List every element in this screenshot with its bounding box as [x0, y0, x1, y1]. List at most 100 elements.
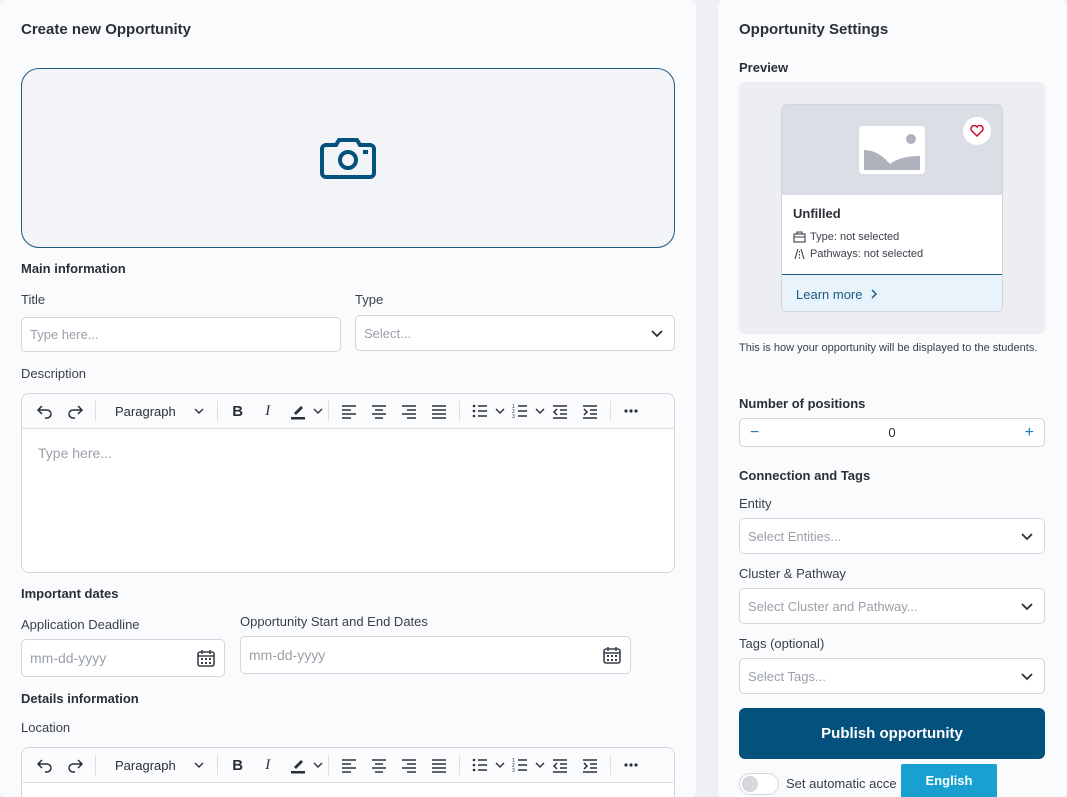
title-label: Title [21, 292, 46, 307]
title-input[interactable]: Type here... [21, 317, 341, 352]
opportunity-settings-panel: Opportunity Settings Preview Unfilled Ty… [718, 0, 1067, 797]
chevron-down-icon [1021, 533, 1033, 541]
outdent-icon[interactable] [545, 397, 575, 425]
undo-icon[interactable] [30, 751, 60, 779]
card-title: Unfilled [793, 206, 841, 221]
more-options-icon[interactable] [616, 751, 646, 779]
type-select[interactable]: Select... [355, 315, 675, 351]
publish-button[interactable]: Publish opportunity [739, 708, 1045, 759]
cluster-placeholder: Select Cluster and Pathway... [748, 598, 918, 614]
important-dates-heading: Important dates [21, 586, 119, 601]
tags-placeholder: Select Tags... [748, 668, 826, 684]
numbered-list-icon[interactable]: 123 [505, 397, 535, 425]
description-editor[interactable]: Paragraph B I 123 Type here... [21, 393, 675, 573]
redo-icon[interactable] [60, 397, 90, 425]
preview-box: Unfilled Type: not selected Pathways: no… [739, 82, 1045, 334]
align-center-icon[interactable] [364, 751, 394, 779]
paragraph-label: Paragraph [115, 403, 176, 419]
create-opportunity-panel: Create new Opportunity Main information … [0, 0, 696, 797]
chevron-down-icon [194, 762, 204, 768]
entity-placeholder: Select Entities... [748, 528, 842, 544]
editor-toolbar: Paragraph B I 123 [22, 394, 674, 429]
description-label: Description [21, 366, 87, 381]
cluster-label: Cluster & Pathway [739, 566, 846, 581]
settings-title: Opportunity Settings [739, 21, 889, 38]
paragraph-select[interactable]: Paragraph [101, 751, 212, 779]
location-editor[interactable]: Paragraph B I 123 [21, 747, 675, 797]
chevron-down-icon[interactable] [495, 406, 505, 416]
chevron-down-icon [194, 408, 204, 414]
align-justify-icon[interactable] [424, 751, 454, 779]
image-upload-area[interactable] [21, 68, 675, 248]
chevron-down-icon[interactable] [313, 760, 323, 770]
indent-icon[interactable] [575, 397, 605, 425]
start-end-date-input[interactable]: mm-dd-yyyy [240, 636, 631, 674]
type-placeholder: Select... [364, 325, 411, 341]
preview-label: Preview [739, 60, 789, 75]
briefcase-icon [793, 231, 806, 243]
deadline-placeholder: mm-dd-yyyy [30, 650, 107, 666]
positions-stepper[interactable]: − 0 + [739, 418, 1045, 447]
image-placeholder-icon [859, 126, 925, 174]
editor-toolbar: Paragraph B I 123 [22, 748, 674, 783]
pathway-icon [794, 248, 805, 260]
main-information-heading: Main information [21, 261, 126, 276]
card-type-text: Type: not selected [810, 231, 900, 243]
deadline-date-input[interactable]: mm-dd-yyyy [21, 639, 225, 677]
card-type-line: Type: not selected [793, 231, 899, 243]
highlight-icon[interactable] [283, 397, 313, 425]
indent-icon[interactable] [575, 751, 605, 779]
svg-text:3: 3 [512, 414, 515, 420]
undo-icon[interactable] [30, 397, 60, 425]
entity-label: Entity [739, 496, 772, 511]
increment-button[interactable]: + [1025, 424, 1034, 442]
tags-label: Tags (optional) [739, 636, 825, 651]
favorite-button[interactable] [963, 117, 991, 145]
align-left-icon[interactable] [334, 397, 364, 425]
auto-accept-toggle[interactable] [739, 773, 779, 795]
preview-note: This is how your opportunity will be dis… [739, 342, 1038, 354]
calendar-icon[interactable] [196, 648, 216, 668]
learn-more-link[interactable]: Learn more [782, 274, 1002, 311]
bold-icon[interactable]: B [223, 751, 253, 779]
align-justify-icon[interactable] [424, 397, 454, 425]
chevron-down-icon [1021, 603, 1033, 611]
paragraph-select[interactable]: Paragraph [101, 397, 212, 425]
bullet-list-icon[interactable] [465, 397, 495, 425]
type-label: Type [355, 292, 384, 307]
chevron-down-icon[interactable] [535, 406, 545, 416]
bold-icon[interactable]: B [223, 397, 253, 425]
language-button[interactable]: English [901, 764, 997, 797]
chevron-down-icon[interactable] [535, 760, 545, 770]
more-options-icon[interactable] [616, 397, 646, 425]
entity-select[interactable]: Select Entities... [739, 518, 1045, 554]
chevron-down-icon [651, 330, 663, 338]
card-image [782, 105, 1002, 195]
numbered-list-icon[interactable]: 123 [505, 751, 535, 779]
description-editor-body[interactable]: Type here... [22, 429, 674, 477]
bullet-list-icon[interactable] [465, 751, 495, 779]
decrement-button[interactable]: − [750, 424, 759, 442]
camera-icon [320, 138, 376, 179]
redo-icon[interactable] [60, 751, 90, 779]
align-right-icon[interactable] [394, 397, 424, 425]
align-right-icon[interactable] [394, 751, 424, 779]
location-label: Location [21, 720, 71, 735]
align-center-icon[interactable] [364, 397, 394, 425]
calendar-icon[interactable] [602, 645, 622, 665]
align-left-icon[interactable] [334, 751, 364, 779]
highlight-icon[interactable] [283, 751, 313, 779]
start-end-label: Opportunity Start and End Dates [240, 614, 428, 629]
cluster-select[interactable]: Select Cluster and Pathway... [739, 588, 1045, 624]
italic-icon[interactable]: I [253, 397, 283, 425]
chevron-down-icon[interactable] [495, 760, 505, 770]
tags-select[interactable]: Select Tags... [739, 658, 1045, 694]
chevron-down-icon[interactable] [313, 406, 323, 416]
outdent-icon[interactable] [545, 751, 575, 779]
paragraph-label: Paragraph [115, 757, 176, 773]
page-title: Create new Opportunity [21, 21, 192, 38]
italic-icon[interactable]: I [253, 751, 283, 779]
opportunity-preview-card: Unfilled Type: not selected Pathways: no… [781, 104, 1003, 312]
chevron-down-icon [1021, 673, 1033, 681]
deadline-label: Application Deadline [21, 617, 140, 632]
